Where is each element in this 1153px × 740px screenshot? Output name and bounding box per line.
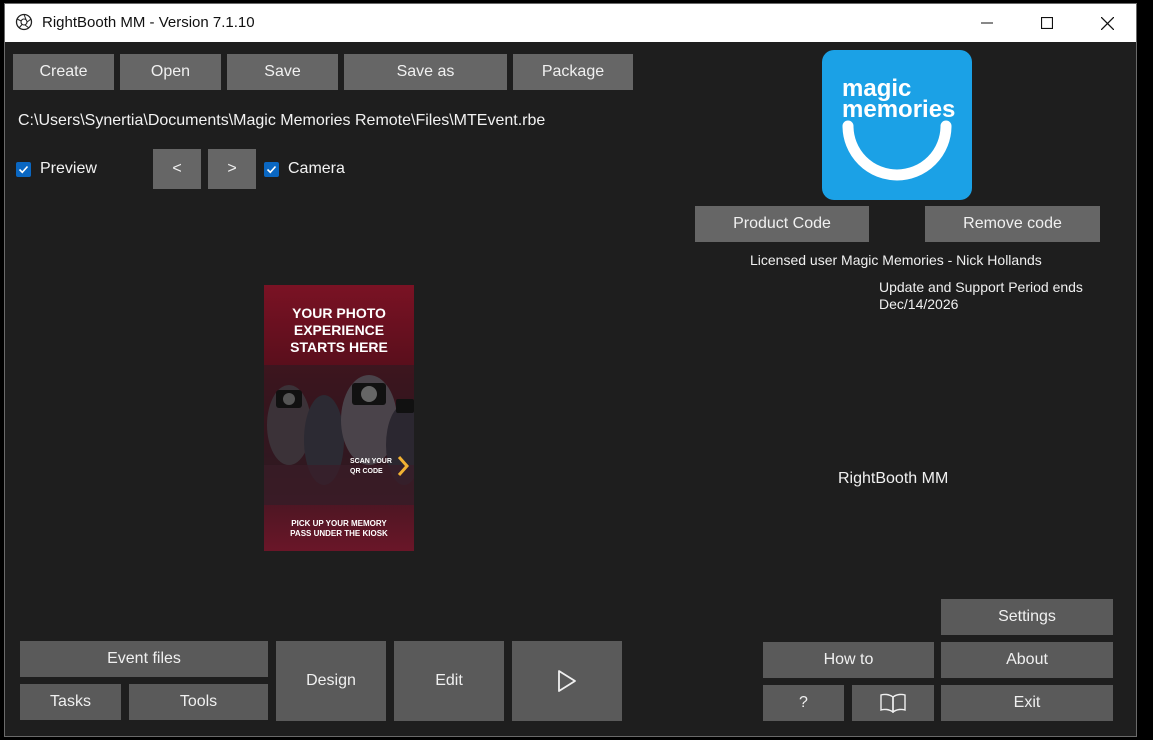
- maximize-button[interactable]: [1017, 4, 1077, 42]
- save-as-button[interactable]: Save as: [344, 54, 507, 90]
- run-event-button[interactable]: [512, 641, 622, 721]
- aperture-icon: [15, 13, 33, 31]
- book-icon: [880, 693, 906, 713]
- smile-icon: [842, 120, 952, 181]
- manual-button[interactable]: [852, 685, 934, 721]
- scan-qr-line-1: SCAN YOUR: [350, 458, 392, 465]
- event-files-button[interactable]: Event files: [20, 641, 268, 677]
- support-period-text: Update and Support Period ends: [879, 279, 1083, 295]
- poster-footer-2: PASS UNDER THE KIOSK: [290, 529, 388, 538]
- play-icon: [558, 670, 576, 692]
- poster-footer: PICK UP YOUR MEMORY PASS UNDER THE KIOSK: [264, 519, 414, 539]
- tasks-button[interactable]: Tasks: [20, 684, 121, 720]
- maximize-icon: [1041, 17, 1053, 29]
- about-button[interactable]: About: [941, 642, 1113, 678]
- minimize-icon: [981, 22, 993, 24]
- app-name-label: RightBooth MM: [838, 470, 949, 487]
- licensed-user-text: Licensed user Magic Memories - Nick Holl…: [750, 252, 1042, 268]
- how-to-button[interactable]: How to: [763, 642, 934, 678]
- scan-qr-line-2: QR CODE: [350, 468, 383, 475]
- package-button[interactable]: Package: [513, 54, 633, 90]
- poster-headline: YOUR PHOTO EXPERIENCE STARTS HERE: [264, 305, 414, 356]
- main-content: Create Open Save Save as Package C:\User…: [5, 42, 1136, 736]
- window-title: RightBooth MM - Version 7.1.10: [42, 14, 255, 31]
- preview-checkbox[interactable]: Preview: [16, 160, 97, 178]
- poster-headline-2: EXPERIENCE: [293, 322, 385, 338]
- poster-footer-1: PICK UP YOUR MEMORY: [291, 519, 387, 528]
- support-end-date: Dec/14/2026: [879, 296, 959, 312]
- photographers-illustration: [264, 365, 414, 505]
- close-icon: [1100, 16, 1114, 30]
- minimize-button[interactable]: [957, 4, 1017, 42]
- settings-button[interactable]: Settings: [941, 599, 1113, 635]
- tools-button[interactable]: Tools: [129, 684, 268, 720]
- camera-checkbox[interactable]: Camera: [264, 160, 345, 178]
- edit-button[interactable]: Edit: [394, 641, 504, 721]
- checkmark-icon: [264, 161, 279, 177]
- poster-headline-3: STARTS HERE: [290, 339, 388, 355]
- event-preview-image: YOUR PHOTO EXPERIENCE STARTS HERE SCAN Y…: [264, 285, 414, 551]
- design-button[interactable]: Design: [276, 641, 386, 721]
- product-code-button[interactable]: Product Code: [695, 206, 869, 242]
- app-window: RightBooth MM - Version 7.1.10 Create Op…: [4, 3, 1137, 737]
- scan-qr-text: SCAN YOUR QR CODE: [350, 457, 392, 477]
- preview-label: Preview: [40, 160, 97, 177]
- file-path: C:\Users\Synertia\Documents\Magic Memori…: [18, 112, 546, 129]
- logo-line-2: memories: [842, 96, 956, 123]
- exit-button[interactable]: Exit: [941, 685, 1113, 721]
- title-bar: RightBooth MM - Version 7.1.10: [5, 4, 1136, 42]
- help-button[interactable]: ?: [763, 685, 844, 721]
- magic-memories-logo: magic memories: [822, 50, 972, 200]
- checkmark-icon: [16, 161, 31, 177]
- previous-button[interactable]: <: [153, 149, 201, 189]
- remove-code-button[interactable]: Remove code: [925, 206, 1100, 242]
- camera-label: Camera: [288, 160, 345, 177]
- close-button[interactable]: [1077, 4, 1137, 42]
- next-button[interactable]: >: [208, 149, 256, 189]
- chevron-right-icon: [397, 456, 409, 476]
- poster-headline-1: YOUR PHOTO: [292, 305, 386, 321]
- create-button[interactable]: Create: [13, 54, 114, 90]
- open-button[interactable]: Open: [120, 54, 221, 90]
- save-button[interactable]: Save: [227, 54, 338, 90]
